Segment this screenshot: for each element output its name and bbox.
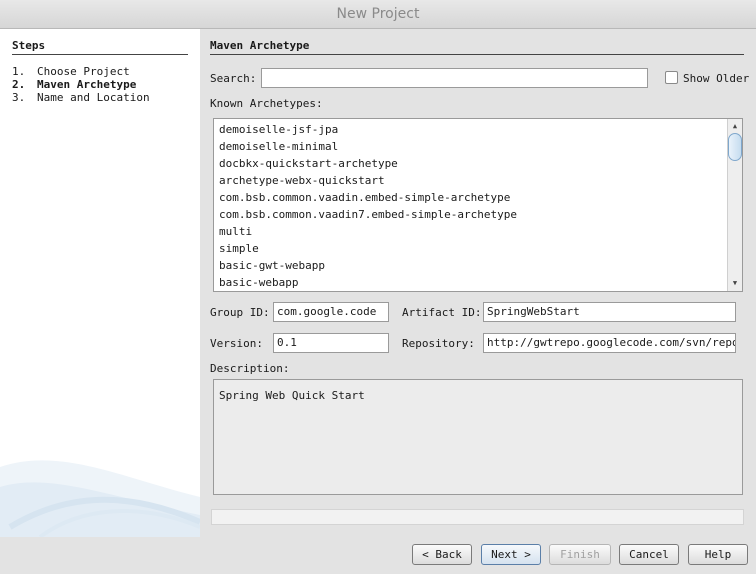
repository-label: Repository:	[402, 337, 475, 350]
artifact-id-field[interactable]: SpringWebStart	[483, 302, 736, 322]
show-older-label[interactable]: Show Older	[683, 72, 749, 85]
step-maven-archetype: 2. Maven Archetype	[12, 78, 150, 91]
show-older-checkbox[interactable]	[665, 71, 678, 84]
step-label: Choose Project	[37, 65, 130, 78]
back-button[interactable]: < Back	[412, 544, 472, 565]
next-button[interactable]: Next >	[481, 544, 541, 565]
version-label: Version:	[210, 337, 263, 350]
archetype-list[interactable]: demoiselle-jsf-jpa demoiselle-minimal do…	[213, 118, 743, 292]
description-text: Spring Web Quick Start	[219, 389, 365, 402]
list-item[interactable]: basic-webapp	[219, 274, 742, 291]
step-number: 3.	[12, 91, 26, 104]
artifact-id-label: Artifact ID:	[402, 306, 482, 319]
decorative-swoosh	[0, 460, 200, 537]
steps-heading: Steps	[12, 39, 188, 55]
list-item[interactable]: simple	[219, 240, 742, 257]
archetype-list-scrollbar[interactable]: ▲ ▼	[727, 119, 742, 291]
step-number: 2.	[12, 78, 26, 91]
panel-title: Maven Archetype	[210, 39, 744, 55]
help-button[interactable]: Help	[688, 544, 748, 565]
known-archetypes-label: Known Archetypes:	[210, 97, 323, 110]
description-box: Spring Web Quick Start	[213, 379, 743, 495]
step-label: Name and Location	[37, 91, 150, 104]
list-item[interactable]: docbkx-quickstart-archetype	[219, 155, 742, 172]
content-panel: Maven Archetype Search: Show Older Known…	[200, 29, 756, 537]
list-item[interactable]: multi	[219, 223, 742, 240]
list-item[interactable]: demoiselle-jsf-jpa	[219, 121, 742, 138]
finish-button[interactable]: Finish	[549, 544, 611, 565]
list-item[interactable]: basic-gwt-webapp	[219, 257, 742, 274]
list-item[interactable]: demoiselle-minimal	[219, 138, 742, 155]
steps-panel: Steps 1. Choose Project 2. Maven Archetype…	[0, 29, 200, 537]
list-item[interactable]: archetype-webx-quickstart	[219, 172, 742, 189]
steps-list: 1. Choose Project 2. Maven Archetype 3. Nam…	[12, 65, 150, 104]
step-label: Maven Archetype	[37, 78, 137, 91]
search-label: Search:	[210, 72, 257, 85]
group-id-label: Group ID:	[210, 306, 270, 319]
version-field[interactable]: 0.1	[273, 333, 389, 353]
search-input[interactable]	[261, 68, 648, 88]
cancel-button[interactable]: Cancel	[619, 544, 679, 565]
step-number: 1.	[12, 65, 26, 78]
scroll-thumb[interactable]	[728, 133, 742, 161]
scroll-down-icon[interactable]: ▼	[728, 278, 742, 289]
description-label: Description:	[210, 362, 290, 375]
group-id-field[interactable]: com.google.code	[273, 302, 389, 322]
list-item[interactable]: com.bsb.common.vaadin.embed-simple-arche…	[219, 189, 742, 206]
list-item[interactable]: com.bsb.common.vaadin7.embed-simple-arch…	[219, 206, 742, 223]
window-title: New Project	[0, 0, 756, 29]
scroll-up-icon[interactable]: ▲	[728, 121, 742, 132]
status-bar	[211, 509, 744, 525]
step-choose-project: 1. Choose Project	[12, 65, 150, 78]
repository-field[interactable]: http://gwtrepo.googlecode.com/svn/repo	[483, 333, 736, 353]
step-name-and-location: 3. Name and Location	[12, 91, 150, 104]
